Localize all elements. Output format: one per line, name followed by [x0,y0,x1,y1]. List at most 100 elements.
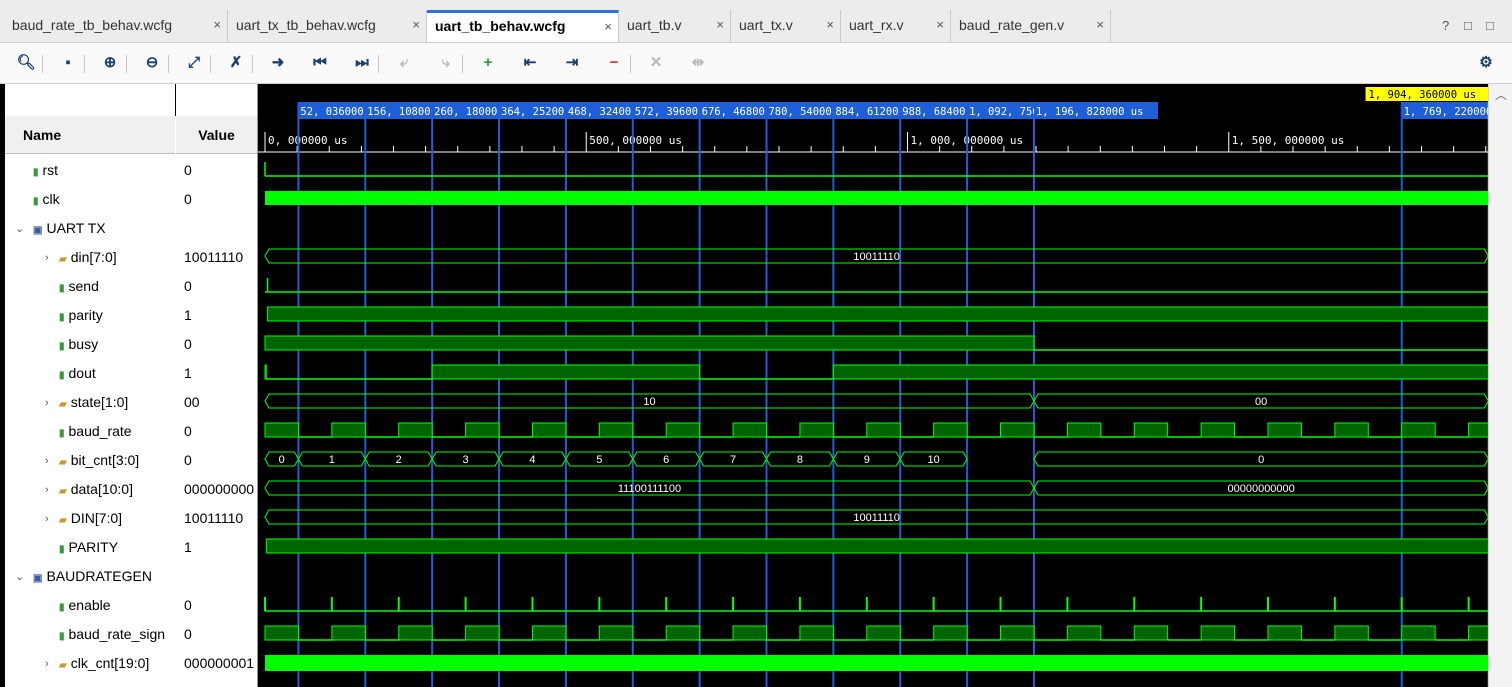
wave-high [1200,625,1236,641]
signal-name-text: clk [42,191,60,207]
swap-cursor-icon[interactable]: ⇹ [686,51,710,75]
expand-icon[interactable]: › [45,244,49,272]
tab-uart-tx-tb-behav-wcfg[interactable]: uart_tx_tb_behav.wcfg × [228,10,427,42]
signal-row[interactable]: ▮ busy [5,330,175,359]
wave-high [1066,625,1102,641]
bus-icon: ▰ [59,399,67,410]
signal-name: ▮ dout [59,359,96,388]
signal-row[interactable]: › ▰ data[10:0] [5,475,175,504]
close-tab-icon[interactable]: × [716,10,724,40]
signal-row[interactable]: ▮ rst [5,156,175,185]
expand-icon[interactable]: › [45,650,49,678]
time-axis-label: 0, 000000 us [268,134,347,147]
vertical-scrollbar[interactable]: ︿ [1488,84,1512,687]
signal-row[interactable]: ▮ baud_rate_sign [5,620,175,649]
signal-row[interactable]: ▮ dout [5,359,175,388]
bus-value: 5 [596,454,602,466]
expand-icon[interactable]: › [45,476,49,504]
wave-high [1000,422,1035,438]
marker-label: 364, 25200 [501,106,564,118]
wave-high [732,625,767,641]
tab-label: baud_rate_gen.v [959,17,1065,33]
signal-name: ▣ BAUDRATEGEN [33,562,152,591]
zoom-fit-icon[interactable]: ⤢ [182,51,206,75]
maximize-icon[interactable]: □ [1486,18,1494,33]
group-icon: ▣ [33,573,43,584]
signal-value: 0 [184,597,192,613]
close-tab-icon[interactable]: × [213,10,221,40]
signal-value: 10011110 [184,510,244,526]
next-transition-icon[interactable]: ⤷ [434,51,458,75]
signal-value: 0 [184,452,192,468]
go-to-end-icon[interactable]: ⏭ [350,51,374,75]
marker-label: 988, 68400 [902,106,965,118]
signal-value: 000000001 [184,655,255,671]
signal-row[interactable]: ▮ send [5,272,175,301]
bus-value: 00000000000 [1227,483,1294,495]
signal-row[interactable]: › ▰ state[1:0] [5,388,175,417]
wave-high [1133,625,1169,641]
signal-row[interactable]: › ▰ clk_cnt[19:0] [5,649,175,678]
go-to-start-icon[interactable]: ⏮ [308,51,332,75]
collapse-icon[interactable]: ⌄ [15,215,24,243]
go-to-cursor-icon[interactable]: ➜ [266,51,290,75]
save-icon[interactable]: ▪ [56,51,80,75]
tab-uart-tb-behav-wcfg[interactable]: uart_tb_behav.wcfg × [427,10,619,42]
tab-uart-tb-v[interactable]: uart_tb.v × [619,10,731,42]
signal-name: ▮ enable [59,591,111,620]
signal-row[interactable]: ▮ enable [5,591,175,620]
tab-baud-rate-gen-v[interactable]: baud_rate_gen.v × [951,10,1111,42]
delete-all-markers-icon[interactable]: ✕ [644,51,668,75]
close-tab-icon[interactable]: × [412,10,420,40]
previous-marker-icon[interactable]: ⇤ [518,51,542,75]
zoom-out-icon[interactable]: ⊖ [140,51,164,75]
signal-row[interactable]: ▮ clk [5,185,175,214]
signal-row[interactable]: ⌄ ▣ UART TX [5,214,175,243]
delete-marker-icon[interactable]: − [602,51,626,75]
signal-value: 0 [184,626,192,642]
tab-label: uart_tx_tb_behav.wcfg [236,17,376,33]
previous-transition-icon[interactable]: ⤶ [392,51,416,75]
tab-baud-rate-tb-behav-wcfg[interactable]: baud_rate_tb_behav.wcfg × [4,10,228,42]
signal-row[interactable]: ▮ baud_rate [5,417,175,446]
signal-name: ▮ parity [59,301,103,330]
signal-value: 00 [184,394,200,410]
signal-row[interactable]: ⌄ ▣ BAUDRATEGEN [5,562,175,591]
signal-row[interactable]: › ▰ din[7:0] [5,243,175,272]
search-icon[interactable]: 🔍︎ [14,51,38,75]
expand-icon[interactable]: › [45,505,49,533]
close-tab-icon[interactable]: × [604,13,612,40]
expand-icon[interactable]: › [45,447,49,475]
bus-icon: ▰ [59,486,67,497]
waveform-canvas[interactable]: 0, 000000 us 500, 000000 us 1, 000, 000000… [258,84,1488,687]
toolbar-separator [630,55,631,73]
tab-uart-tx-v[interactable]: uart_tx.v × [731,10,841,42]
signal-name-text: rst [42,162,59,178]
settings-icon[interactable]: ⚙ [1474,51,1498,75]
scroll-up-icon[interactable]: ︿ [1495,86,1507,103]
wave-high [832,364,1488,380]
help-icon[interactable]: ? [1442,18,1449,33]
signal-row[interactable]: › ▰ DIN[7:0] [5,504,175,533]
tab-uart-rx-v[interactable]: uart_rx.v × [841,10,951,42]
value-column-header[interactable]: Value [176,116,257,154]
wave-high [398,625,433,641]
expand-icon[interactable]: › [45,389,49,417]
collapse-icon[interactable]: ⌄ [15,563,24,591]
signal-row[interactable]: › ▰ bit_cnt[3:0] [5,446,175,475]
signal-row[interactable]: ▮ PARITY [5,533,175,562]
close-tab-icon[interactable]: × [826,10,834,40]
clk-cnt-wave [265,655,1488,671]
close-tab-icon[interactable]: × [936,10,944,40]
bus-value: 10011110 [853,251,900,263]
restore-icon[interactable]: □ [1464,18,1472,33]
signal-row[interactable]: ▮ parity [5,301,175,330]
next-marker-icon[interactable]: ⇥ [560,51,584,75]
add-marker-icon[interactable]: + [476,51,500,75]
name-column-header[interactable]: Name [5,116,175,154]
zoom-in-icon[interactable]: ⊕ [98,51,122,75]
marker-label: 260, 18000 [434,106,497,118]
close-tab-icon[interactable]: × [1096,10,1104,40]
marker-label: 156, 10800 [367,106,430,118]
marker-remove-icon[interactable]: ✗ [224,51,248,75]
